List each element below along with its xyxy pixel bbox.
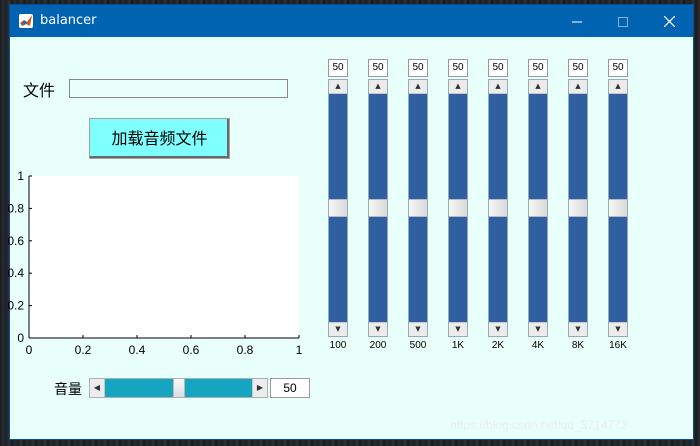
volume-value-field[interactable]: 50	[270, 378, 310, 398]
matlab-icon	[19, 14, 33, 28]
eq-band-down-arrow[interactable]: ▼	[409, 322, 427, 336]
eq-band-slider[interactable]: ▲ ▼	[568, 79, 588, 337]
eq-band-slider[interactable]: ▲ ▼	[368, 79, 388, 337]
y-tick-label: 0.2	[7, 299, 24, 313]
volume-slider-thumb[interactable]	[173, 379, 185, 397]
eq-band-up-arrow[interactable]: ▲	[489, 80, 507, 94]
y-tick-label: 0	[17, 331, 24, 345]
eq-band-frequency: 1K	[451, 340, 465, 351]
eq-band-value[interactable]: 50	[448, 59, 468, 77]
eq-band: 50 ▲ ▼ 500	[408, 59, 430, 355]
eq-band-down-arrow[interactable]: ▼	[569, 322, 587, 336]
watermark-text: https://blog.csdn.net/qq_3714772	[450, 418, 628, 432]
close-button[interactable]	[646, 5, 692, 37]
eq-band-thumb[interactable]	[329, 199, 347, 217]
minimize-icon	[572, 21, 582, 22]
eq-band-slider[interactable]: ▲ ▼	[408, 79, 428, 337]
x-tick-label: 0.4	[129, 343, 146, 357]
x-tick-label: 1	[296, 343, 303, 357]
volume-decrease-arrow[interactable]: ◀	[90, 379, 105, 397]
eq-band-frequency: 8K	[571, 340, 585, 351]
eq-band-value[interactable]: 50	[368, 59, 388, 77]
eq-band-value[interactable]: 50	[528, 59, 548, 77]
eq-band: 50 ▲ ▼ 4K	[528, 59, 550, 355]
eq-band-slider[interactable]: ▲ ▼	[488, 79, 508, 337]
volume-increase-arrow[interactable]: ▶	[252, 379, 267, 397]
eq-band-down-arrow[interactable]: ▼	[449, 322, 467, 336]
x-tick-label: 0.6	[183, 343, 200, 357]
y-tick-label: 0.6	[7, 234, 24, 248]
eq-band: 50 ▲ ▼ 16K	[608, 59, 630, 355]
eq-band-thumb[interactable]	[529, 199, 547, 217]
close-icon	[663, 16, 675, 27]
eq-band-up-arrow[interactable]: ▲	[449, 80, 467, 94]
eq-band-up-arrow[interactable]: ▲	[409, 80, 427, 94]
y-tick-label: 0.4	[7, 266, 24, 280]
eq-band-value[interactable]: 50	[568, 59, 588, 77]
x-tick-label: 0	[26, 343, 33, 357]
window-title: balancer	[40, 13, 97, 28]
eq-band-value[interactable]: 50	[608, 59, 628, 77]
eq-band-down-arrow[interactable]: ▼	[329, 322, 347, 336]
eq-band-up-arrow[interactable]: ▲	[329, 80, 347, 94]
eq-band-up-arrow[interactable]: ▲	[569, 80, 587, 94]
eq-band-up-arrow[interactable]: ▲	[529, 80, 547, 94]
volume-slider-track[interactable]	[105, 379, 253, 397]
eq-band-down-arrow[interactable]: ▼	[489, 322, 507, 336]
eq-band-up-arrow[interactable]: ▲	[369, 80, 387, 94]
eq-band-slider[interactable]: ▲ ▼	[448, 79, 468, 337]
x-tick-label: 0.2	[75, 343, 92, 357]
eq-band-slider[interactable]: ▲ ▼	[528, 79, 548, 337]
maximize-icon	[618, 16, 628, 27]
volume-slider[interactable]: ◀ ▶	[89, 378, 268, 398]
file-path-field[interactable]	[69, 79, 288, 98]
eq-band-thumb[interactable]	[449, 199, 467, 217]
eq-band-down-arrow[interactable]: ▼	[369, 322, 387, 336]
waveform-axes: 0 0.2 0.4 0.6 0.8 1 0 0.2 0.4 0.6 0.8 1	[7, 169, 302, 357]
eq-band-value[interactable]: 50	[488, 59, 508, 77]
title-bar[interactable]: balancer	[10, 5, 693, 37]
volume-label: 音量	[54, 382, 82, 398]
eq-band-frequency: 2K	[491, 340, 505, 351]
eq-band-thumb[interactable]	[609, 199, 627, 217]
eq-band-frequency: 500	[409, 340, 427, 351]
eq-band-frequency: 16K	[609, 340, 627, 351]
eq-band-value[interactable]: 50	[328, 59, 348, 77]
eq-band-frequency: 100	[329, 340, 347, 351]
x-tick-label: 0.8	[237, 343, 254, 357]
eq-band-slider[interactable]: ▲ ▼	[608, 79, 628, 337]
eq-band: 50 ▲ ▼ 8K	[568, 59, 590, 355]
load-audio-button[interactable]: 加载音频文件	[89, 118, 230, 159]
minimize-button[interactable]	[554, 5, 600, 37]
y-tick-label: 0.8	[7, 201, 24, 215]
eq-band-thumb[interactable]	[409, 199, 427, 217]
eq-band-down-arrow[interactable]: ▼	[529, 322, 547, 336]
eq-band: 50 ▲ ▼ 2K	[488, 59, 510, 355]
app-window: balancer 文件 加载音频文件 0 0.2 0.4 0.6 0.8 1 0 0.2 0.4…	[7, 5, 693, 439]
y-tick-label: 1	[17, 169, 24, 183]
eq-band: 50 ▲ ▼ 100	[328, 59, 350, 355]
eq-band: 50 ▲ ▼ 200	[368, 59, 390, 355]
eq-band-thumb[interactable]	[489, 199, 507, 217]
eq-band-thumb[interactable]	[369, 199, 387, 217]
eq-band-slider[interactable]: ▲ ▼	[328, 79, 348, 337]
eq-band-frequency: 200	[369, 340, 387, 351]
maximize-button[interactable]	[600, 5, 646, 37]
eq-band-down-arrow[interactable]: ▼	[609, 322, 627, 336]
axes-plot: 0 0.2 0.4 0.6 0.8 1 0 0.2 0.4 0.6 0.8 1	[7, 169, 302, 357]
eq-band-up-arrow[interactable]: ▲	[609, 80, 627, 94]
file-label: 文件	[23, 81, 56, 100]
eq-band-value[interactable]: 50	[408, 59, 428, 77]
eq-band-frequency: 4K	[531, 340, 545, 351]
eq-band-thumb[interactable]	[569, 199, 587, 217]
eq-band: 50 ▲ ▼ 1K	[448, 59, 470, 355]
